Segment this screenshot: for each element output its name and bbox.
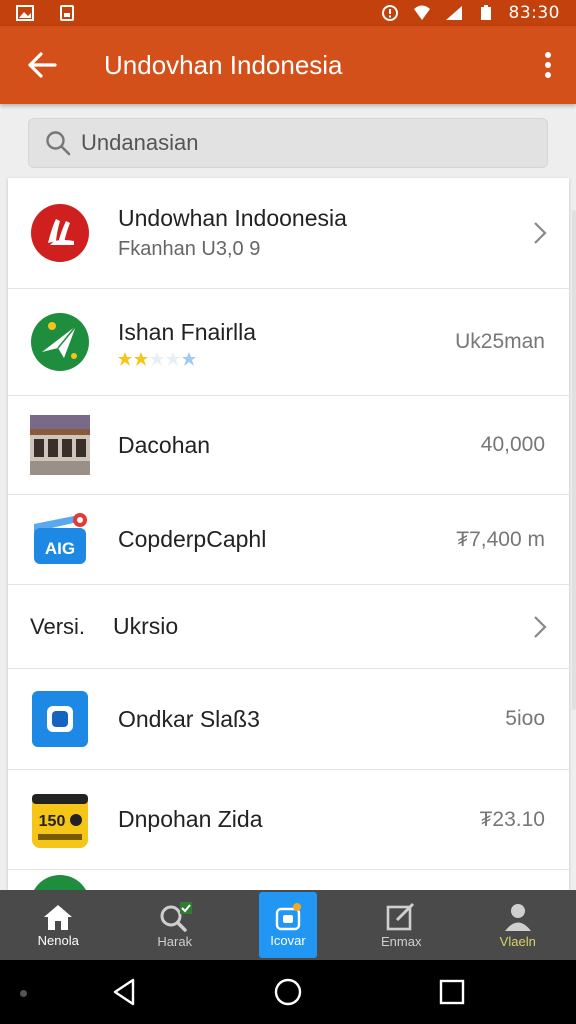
list-item[interactable]: Ishan Fnairlla Uk25man [8,289,569,396]
svg-text:150: 150 [39,813,66,830]
app-bar: Undovhan Indonesia [0,26,576,104]
item-title: Dnpohan Zida [118,806,263,832]
scrollbar[interactable] [572,210,576,710]
alert-icon [381,5,398,21]
item-value: ₮7,400 m [456,527,545,551]
sim-notification-icon [60,5,74,21]
signal-icon [445,6,462,20]
overflow-menu-button[interactable] [520,26,576,104]
wifi-icon [413,5,430,20]
tab-profile[interactable]: Vlaeln [460,890,576,960]
list-item[interactable]: Ondkar Slaß3 5ioo [8,669,569,770]
version-value: Ukrsio [113,613,179,639]
list-item[interactable]: AIG CopderpCaphl ₮7,400 m [8,495,569,585]
page-title: Undovhan Indonesia [104,49,343,80]
app-tile-icon: 150 [32,793,88,848]
system-home-button[interactable] [260,964,316,1020]
circle-home-icon [274,978,302,1006]
search-icon [160,901,192,932]
system-recents-button[interactable] [424,964,480,1020]
list-item[interactable] [8,870,569,890]
item-subtitle: Fkanhan U3,0 9 [118,238,261,260]
square-recents-icon [439,979,465,1005]
search-icon [46,131,71,156]
search-input[interactable] [81,130,521,156]
list-item[interactable]: 150 Dnpohan Zida ₮23.10 [8,770,569,870]
item-value: 40,000 [480,433,545,456]
tile-icon [275,902,301,930]
status-bar: 83:30 [0,0,576,26]
profile-icon [504,903,531,931]
star-rating [118,351,256,366]
chevron-right-icon [534,222,547,244]
list-item[interactable]: Dacohan 40,000 [8,396,569,495]
tab-label: Enmax [381,933,422,949]
more-vert-icon [545,52,551,78]
app-badge-icon: AIG [34,512,87,564]
triangle-back-icon [113,978,135,1006]
list-item[interactable]: Undowhan Indoonesia Fkanhan U3,0 9 [8,178,569,289]
tab-label: Harak [157,933,193,949]
version-label: Versi. [30,613,86,639]
nav-indicator-dot [20,990,27,997]
home-icon [44,904,73,930]
star-empty-icon [150,351,164,366]
results-list: Undowhan Indoonesia Fkanhan U3,0 9 Ishan… [8,178,569,890]
star-filled-icon [134,351,148,366]
item-title: Undowhan Indoonesia [118,205,347,231]
app-icon [30,875,90,890]
image-notification-icon [16,5,34,21]
edit-icon [386,902,415,930]
tab-label: Nenola [37,932,79,948]
star-empty-icon [166,351,180,366]
star-empty-icon [182,351,196,366]
tab-label: Icovar [270,932,306,948]
chevron-right-icon [534,615,547,638]
tab-edit[interactable]: Enmax [343,890,460,960]
app-square-icon [32,691,88,747]
item-value: Uk25man [455,330,545,353]
building-image-icon [30,415,90,475]
tab-label: Vlaeln [499,933,536,949]
system-back-button[interactable] [96,964,152,1020]
star-filled-icon [118,351,132,366]
item-title: CopderpCaphl [118,526,267,552]
bottom-navigation: Nenola Harak Icovar Enmax Vlaeln [0,890,576,960]
item-value: 5ioo [505,707,545,730]
brand-logo-icon [31,204,89,262]
item-value: ₮23.10 [479,807,545,831]
back-button[interactable] [0,26,84,104]
search-bar[interactable] [28,118,548,168]
status-time: 83:30 [508,3,560,23]
item-title: Dacohan [118,431,211,458]
paper-plane-icon [31,313,89,371]
item-title: Ishan Fnairlla [118,318,257,345]
tab-home[interactable]: Nenola [0,890,117,960]
battery-icon [480,5,491,20]
svg-text:AIG: AIG [45,539,75,558]
system-navigation-bar [0,960,576,1024]
arrow-back-icon [28,52,57,78]
tab-active[interactable]: Icovar [259,892,317,958]
item-title: Ondkar Slaß3 [118,705,260,732]
tab-search[interactable]: Harak [117,890,234,960]
version-row[interactable]: Versi. Ukrsio [8,585,569,669]
